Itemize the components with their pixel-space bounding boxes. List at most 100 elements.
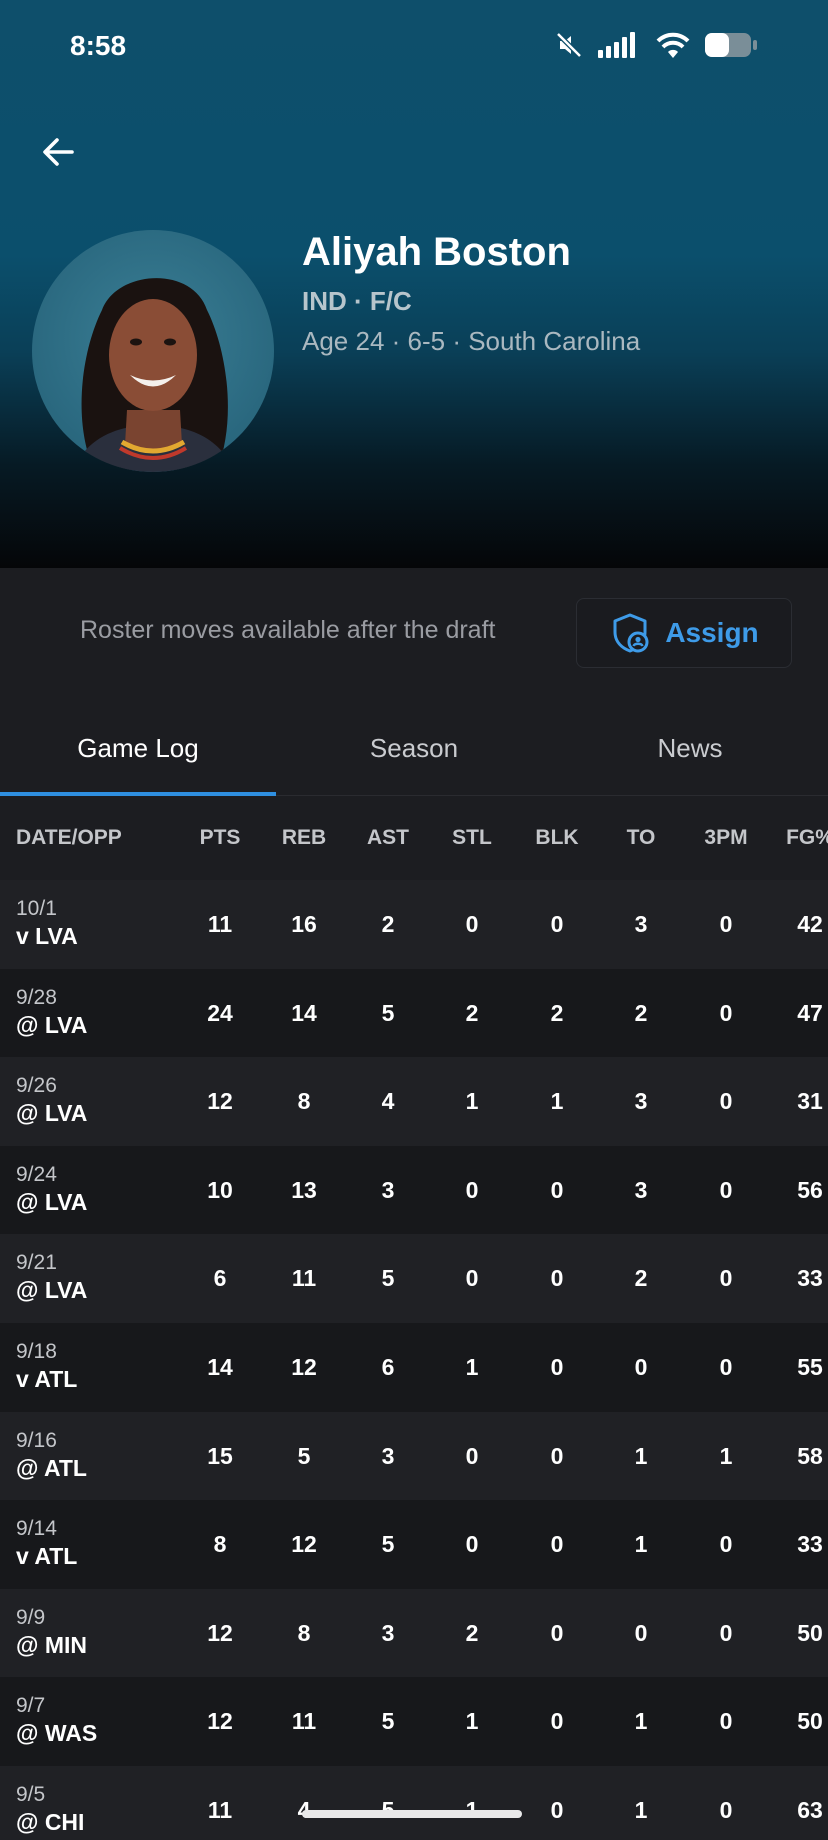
date-opp-cell: 9/28 @ LVA [16,985,87,1039]
stat-blk: 0 [550,1353,564,1380]
stat-fg: 58 [797,1442,823,1469]
stat-ast: 5 [381,1265,395,1292]
stat-blk: 0 [550,1708,564,1735]
table-row[interactable]: 10/1 v LVA 11 16 2 0 0 3 0 42 [0,880,828,969]
column-header-to[interactable]: TO [599,796,683,880]
status-icons [554,30,758,60]
assign-label: Assign [665,617,759,648]
table-row[interactable]: 9/14 v ATL 8 12 5 0 0 1 0 33 [0,1500,828,1589]
stat-3pm: 0 [719,1531,733,1558]
stat-pts: 11 [207,1796,233,1823]
stat-blk: 0 [550,1176,564,1203]
stat-to: 2 [634,1265,648,1292]
stat-to: 0 [634,1619,648,1646]
stat-pts: 8 [213,1531,227,1558]
column-header-3pm[interactable]: 3PM [684,796,768,880]
column-header-date-opp[interactable]: DATE/OPP [16,796,176,880]
stat-stl: 2 [465,1619,479,1646]
table-row[interactable]: 9/18 v ATL 14 12 6 1 0 0 0 55 [0,1322,828,1412]
stat-ast: 5 [381,1531,395,1558]
stat-stl: 1 [430,1766,514,1840]
column-header-blk[interactable]: BLK [515,796,599,880]
tab-game-log[interactable]: Game Log [0,700,276,796]
stat-to: 0 [634,1353,648,1380]
stat-ast: 4 [381,1088,395,1115]
stat-3pm: 0 [719,1088,733,1115]
table-row[interactable]: 9/7 @ WAS 12 11 5 1 0 1 0 50 [0,1677,828,1766]
stat-stl: 0 [465,1442,479,1469]
stat-ast: 3 [381,1176,395,1203]
stat-blk: 0 [550,1796,564,1823]
stat-ast: 3 [381,1619,395,1646]
column-header-reb[interactable]: REB [262,796,346,880]
game-opponent: v ATL [16,1543,78,1570]
column-header-ast[interactable]: AST [346,796,430,880]
stat-fg: 47 [797,999,823,1026]
stat-reb: 8 [297,1619,311,1646]
table-body: 10/1 v LVA 11 16 2 0 0 3 0 42 9/28 @ LVA 24 14 5 2 2 2 0 47… [0,880,828,1840]
stat-reb: 5 [297,1442,311,1469]
mute-icon [554,30,584,60]
player-name: Aliyah Boston [302,230,571,274]
game-date: 9/24 [16,1162,57,1186]
stat-blk: 0 [550,1531,564,1558]
table-row[interactable]: 9/9 @ MIN 12 8 3 2 0 0 0 50 [0,1588,828,1678]
assign-button[interactable]: Assign [576,598,792,668]
date-opp-cell: 9/21 @ LVA [16,1250,87,1304]
game-opponent: @ LVA [16,1100,88,1127]
stat-ast: 6 [381,1353,395,1380]
tab-news[interactable]: News [552,700,828,796]
stat-pts: 14 [207,1353,233,1380]
game-date: 9/5 [16,1782,46,1806]
game-opponent: @ CHI [16,1808,85,1835]
game-date: 9/14 [16,1517,57,1541]
game-date: 9/21 [16,1251,57,1275]
column-header-stl[interactable]: STL [430,796,514,880]
game-opponent: @ WAS [16,1720,98,1747]
wifi-icon [656,32,690,58]
stat-3pm: 0 [719,1353,733,1380]
game-opponent: v ATL [16,1365,78,1392]
column-header-fg[interactable]: FG% [768,796,828,880]
table-row[interactable]: 9/28 @ LVA 24 14 5 2 2 2 0 47 [0,968,828,1058]
stat-to: 3 [634,1088,648,1115]
stat-3pm: 0 [719,911,733,937]
stat-stl: 1 [465,1088,479,1115]
shield-user-icon [613,613,649,653]
stat-pts: 12 [207,1619,233,1646]
stat-to: 3 [634,1176,648,1203]
tab-season[interactable]: Season [276,700,552,796]
table-row[interactable]: 9/26 @ LVA 12 8 4 1 1 3 0 31 [0,1057,828,1146]
table-row[interactable]: 9/24 @ LVA 10 13 3 0 0 3 0 56 [0,1145,828,1235]
stat-fg: 55 [797,1353,823,1380]
stat-stl: 2 [465,999,479,1026]
player-team-position: IND · F/C [302,286,412,316]
game-opponent: @ LVA [16,1277,88,1304]
stat-to: 3 [634,911,648,937]
stat-to: 1 [634,1442,648,1469]
date-opp-cell: 10/1 v LVA [16,896,78,950]
game-date: 9/26 [16,1074,57,1098]
column-header-pts[interactable]: PTS [178,796,262,880]
stat-blk: 0 [550,1619,564,1646]
roster-actions: Roster moves available after the draft A… [0,568,828,698]
stat-ast: 2 [381,911,395,937]
stat-reb: 14 [291,999,317,1026]
player-header: 8:58 Aliyah Boston IND · F/C Age 24 · 6-… [0,0,828,568]
table-row[interactable]: 9/21 @ LVA 6 11 5 0 0 2 0 33 [0,1234,828,1323]
stat-fg: 56 [797,1176,823,1203]
stat-stl: 0 [465,1265,479,1292]
table-row[interactable]: 9/5@ CHI1145101063 [0,1765,828,1840]
stat-stl: 0 [465,1531,479,1558]
stat-pts: 11 [207,911,233,937]
back-button[interactable] [30,124,86,180]
stat-reb: 12 [291,1531,317,1558]
status-bar: 8:58 [0,0,828,96]
stat-3pm: 0 [719,1796,733,1823]
table-row[interactable]: 9/16 @ ATL 15 5 3 0 0 1 1 58 [0,1411,828,1501]
game-date: 9/28 [16,985,57,1009]
stat-fg: 33 [797,1531,823,1558]
game-opponent: @ LVA [16,1011,88,1038]
home-indicator[interactable] [302,1810,522,1818]
date-opp-cell: 9/16 @ ATL [16,1428,87,1482]
